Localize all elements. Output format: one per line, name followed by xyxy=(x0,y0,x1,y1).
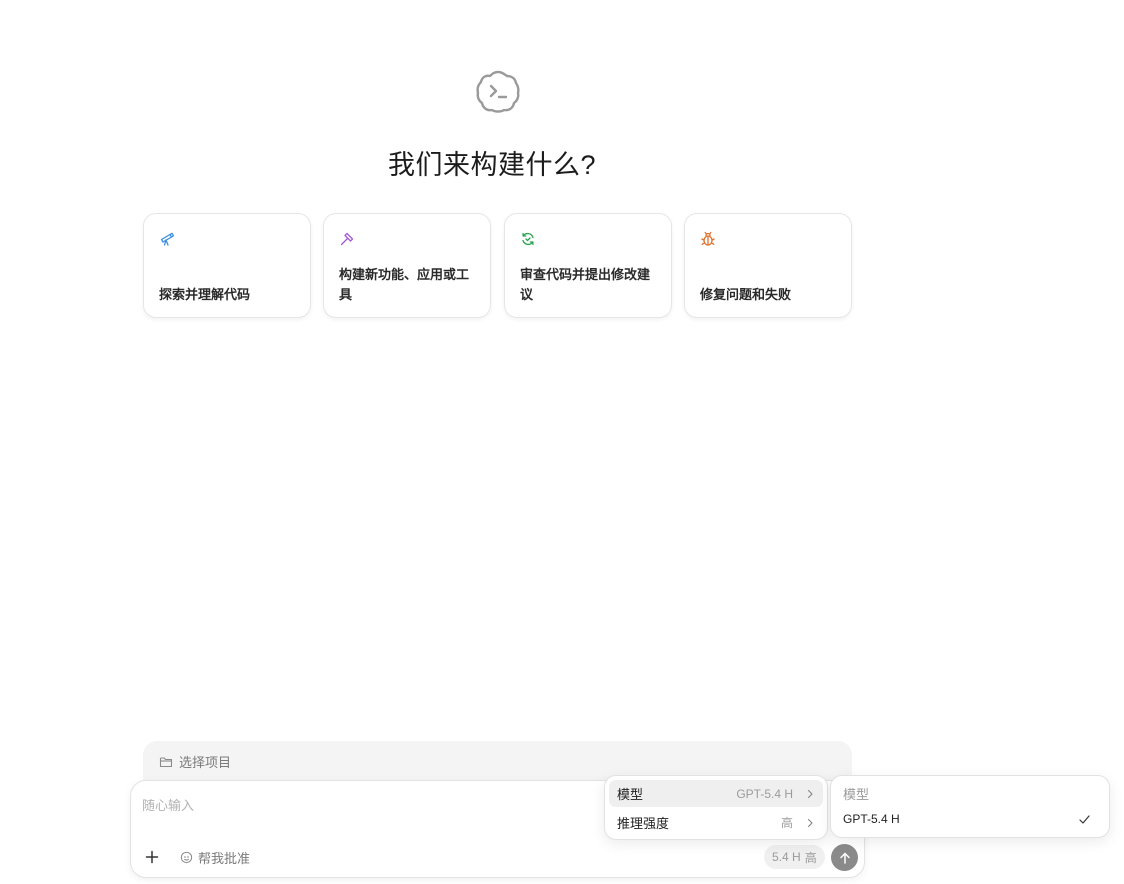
approval-mode-label: 帮我批准 xyxy=(198,851,251,866)
chevron-right-icon xyxy=(807,789,813,798)
bug-icon xyxy=(701,231,715,246)
submenu-header: 模型 xyxy=(843,787,870,802)
menu-item-reasoning-effort[interactable]: 推理强度 高 xyxy=(609,809,823,836)
model-submenu: 模型 GPT-5.4 H xyxy=(830,775,1110,838)
checkmark-icon xyxy=(1079,814,1090,824)
suggestion-label: 审查代码并提出修改建议 xyxy=(520,267,651,302)
suggestion-card-review[interactable]: 审查代码并提出修改建议 xyxy=(504,213,672,318)
codex-logo-icon xyxy=(476,70,520,113)
model-chip-effort: 高 xyxy=(804,850,817,865)
model-settings-menu: 模型 GPT-5.4 H 推理强度 高 xyxy=(604,775,828,840)
suggestion-card-explore[interactable]: 探索并理解代码 xyxy=(143,213,311,318)
suggestion-card-build[interactable]: 构建新功能、应用或工具 xyxy=(323,213,491,318)
send-button[interactable] xyxy=(831,844,858,871)
suggestion-label: 构建新功能、应用或工具 xyxy=(339,267,470,302)
arrow-up-icon xyxy=(839,852,850,864)
suggestion-label: 修复问题和失败 xyxy=(700,287,792,302)
model-selector-chip[interactable]: 5.4 H 高 xyxy=(764,845,825,869)
hammer-icon xyxy=(340,232,354,246)
approval-shield-icon xyxy=(180,851,193,864)
model-option-name: GPT-5.4 H xyxy=(843,812,900,826)
review-refresh-icon xyxy=(522,232,534,246)
telescope-icon xyxy=(160,232,175,246)
page-headline: 我们来构建什么? xyxy=(387,150,597,180)
model-chip-model: 5.4 H xyxy=(772,850,801,864)
select-project-button[interactable]: 选择项目 xyxy=(159,752,231,771)
menu-item-label: 推理强度 xyxy=(617,816,670,831)
menu-item-value: GPT-5.4 H xyxy=(736,786,793,801)
menu-item-value: 高 xyxy=(780,816,793,830)
folder-icon xyxy=(159,756,173,767)
model-option[interactable]: GPT-5.4 H xyxy=(835,807,1105,831)
select-project-label: 选择项目 xyxy=(179,755,232,770)
menu-item-model[interactable]: 模型 GPT-5.4 H xyxy=(609,780,823,807)
suggestion-card-fix[interactable]: 修复问题和失败 xyxy=(684,213,852,318)
chevron-right-icon xyxy=(807,818,813,827)
add-attachment-icon[interactable] xyxy=(143,848,161,866)
suggestion-label: 探索并理解代码 xyxy=(159,287,251,302)
prompt-input[interactable] xyxy=(142,795,592,815)
menu-item-label: 模型 xyxy=(617,787,644,802)
approval-mode-button[interactable]: 帮我批准 xyxy=(180,848,250,867)
